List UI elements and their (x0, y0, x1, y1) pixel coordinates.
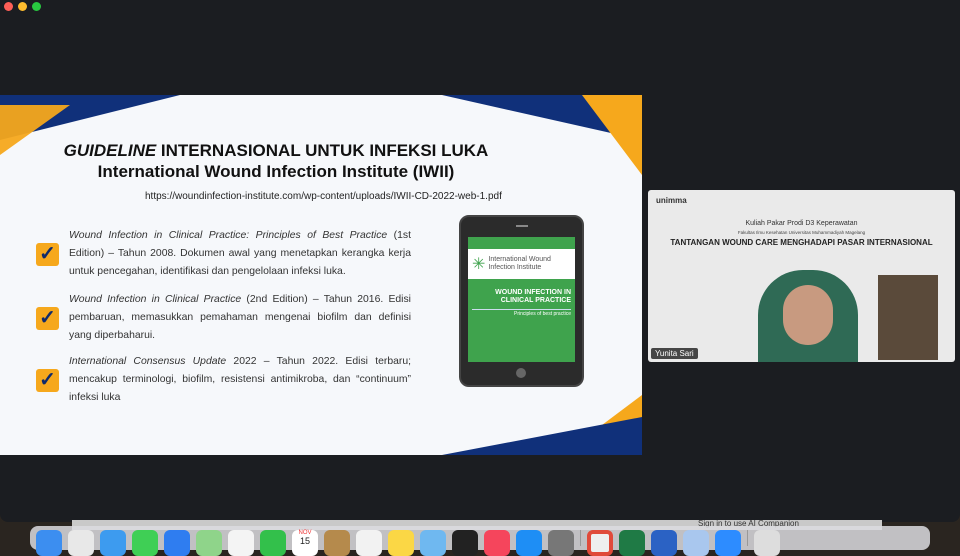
starburst-logo-icon: ✳ (472, 256, 486, 273)
book-title: WOUND INFECTION IN CLINICAL PRACTICE (495, 289, 571, 304)
banner-topic: TANTANGAN WOUND CARE MENGHADAPI PASAR IN… (670, 238, 933, 247)
facetime-icon[interactable] (260, 530, 286, 556)
slide-title: GUIDELINE INTERNASIONAL UNTUK INFEKSI LU… (63, 141, 489, 160)
maximize-button[interactable] (32, 2, 41, 11)
mail-icon[interactable] (164, 530, 190, 556)
settings-icon[interactable] (548, 530, 574, 556)
dock-divider (580, 530, 581, 546)
tablet-image: ✳ International Wound Infection Institut… (459, 215, 584, 387)
checkmark-icon: ✓ (36, 306, 59, 330)
launchpad-icon[interactable] (68, 530, 94, 556)
music-icon[interactable] (484, 530, 510, 556)
decor-corner (442, 417, 642, 455)
excel-icon[interactable] (619, 530, 645, 556)
participant-name: Yunita Sari (651, 348, 698, 359)
book-subtitle: Principles of best practice (472, 309, 571, 317)
shared-slide: GUIDELINE INTERNASIONAL UNTUK INFEKSI LU… (0, 95, 642, 455)
speaker-video (758, 270, 858, 362)
dock-divider (747, 530, 748, 546)
contacts-icon[interactable] (356, 530, 382, 556)
tv-icon[interactable] (452, 530, 478, 556)
notes-icon[interactable] (388, 530, 414, 556)
list-item: ✓ International Consensus Update 2022 – T… (36, 353, 416, 407)
banner-faculty: Fakultas Ilmu Kesehatan Universitas Muha… (737, 230, 866, 235)
notes-app-icon[interactable] (324, 530, 350, 556)
list-item: ✓ Wound Infection in Clinical Practice: P… (36, 227, 416, 281)
list-item: ✓ Wound Infection in Clinical Practice (2… (36, 291, 416, 345)
checkmark-icon: ✓ (36, 242, 59, 266)
banner-header: Kuliah Pakar Prodi D3 Keperawatan (745, 220, 858, 227)
maps-icon[interactable] (196, 530, 222, 556)
chrome-icon[interactable] (587, 530, 613, 556)
photos-icon[interactable] (228, 530, 254, 556)
zoom-meeting-window: GUIDELINE INTERNASIONAL UNTUK INFEKSI LU… (0, 0, 960, 522)
participant-video-tile[interactable]: unimma Kuliah Pakar Prodi D3 Keperawatan… (648, 190, 955, 362)
safari-icon[interactable] (100, 530, 126, 556)
finder-icon[interactable] (36, 530, 62, 556)
university-logo: unimma (656, 196, 687, 205)
slide-subtitle: International Wound Infection Institute … (97, 162, 455, 181)
app-store-icon[interactable] (516, 530, 542, 556)
checkmark-icon: ✓ (36, 368, 59, 392)
files-icon[interactable] (683, 530, 709, 556)
minimize-button[interactable] (18, 2, 27, 11)
book-org: International Wound Infection Institute (488, 256, 551, 271)
messages-icon[interactable] (132, 530, 158, 556)
home-button-icon (516, 368, 526, 378)
calendar-icon[interactable]: NOV 15 (292, 530, 318, 556)
trash-icon[interactable] (754, 530, 780, 556)
zoom-icon[interactable] (715, 530, 741, 556)
word-icon[interactable] (651, 530, 677, 556)
close-button[interactable] (4, 2, 13, 11)
building-image (878, 275, 938, 360)
preview-icon[interactable] (420, 530, 446, 556)
dock: NOV 15 (30, 526, 930, 556)
slide-url: https://woundinfection-institute.com/wp-… (145, 191, 502, 202)
